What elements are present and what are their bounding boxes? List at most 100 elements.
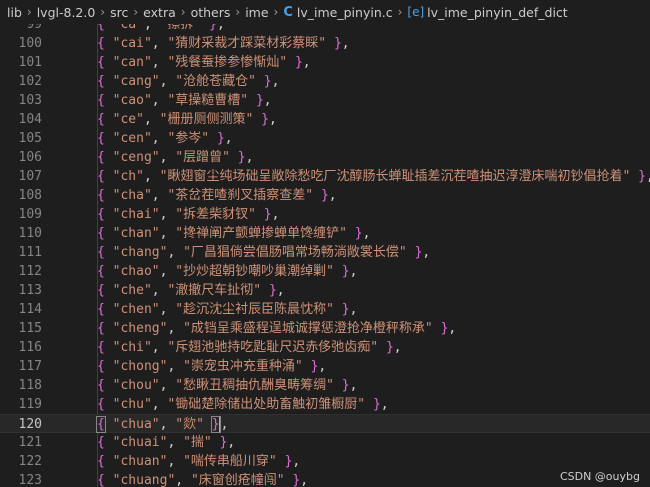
- code-line[interactable]: 120 { "chua", "欻" },: [0, 414, 650, 433]
- code-line[interactable]: 110 { "chan", "搀禅阐产颤蝉掺蝉单馋缠铲" },: [0, 224, 650, 243]
- comma: ,: [167, 454, 184, 469]
- code-line[interactable]: 116 { "chi", "斥翅池驰持吃匙耻尺迟赤侈弛齿痴" },: [0, 338, 650, 357]
- line-number: 103: [18, 93, 42, 108]
- open-brace: {: [97, 36, 105, 51]
- code-text: { "chua", "欻" },: [96, 415, 228, 434]
- candidate-chars: "厂昌猖倘尝倡肠唱常场畅淌敞裳长偿": [183, 245, 407, 260]
- breadcrumb-item-src[interactable]: src: [110, 5, 128, 20]
- open-brace: {: [97, 74, 105, 89]
- code-line[interactable]: 106 { "ceng", "层蹭曾" },: [0, 148, 650, 167]
- open-brace: {: [97, 245, 105, 260]
- code-line[interactable]: 114 { "chen", "趁沉沈尘衬辰臣陈晨忱称" },: [0, 300, 650, 319]
- comma: ,: [151, 188, 168, 203]
- trailing-comma: ,: [292, 454, 301, 469]
- code-editor[interactable]: 99 { "ca", "擦拆" }, 100 { "cai", "猜财采裁才踩菜材彩蔡…: [0, 24, 650, 487]
- code-line[interactable]: 105 { "cen", "参岑" },: [0, 129, 650, 148]
- chevron-right-icon: ›: [397, 5, 403, 19]
- open-brace: {: [97, 93, 105, 108]
- comma: ,: [143, 112, 160, 127]
- code-line[interactable]: 99 { "ca", "擦拆" },: [0, 24, 650, 34]
- open-brace: {: [97, 150, 105, 165]
- open-brace: {: [97, 188, 105, 203]
- line-number: 119: [18, 397, 42, 412]
- comma: ,: [143, 169, 160, 184]
- code-line[interactable]: 113 { "che", "澈撤尺车扯彻" },: [0, 281, 650, 300]
- code-line[interactable]: 123 { "chuang", "床窗创疮幢闯" },: [0, 471, 650, 487]
- c-file-icon: C: [283, 4, 293, 20]
- chevron-right-icon: ›: [235, 5, 241, 19]
- trailing-comma: ,: [422, 245, 431, 260]
- pinyin-key: "cai": [112, 36, 152, 51]
- comma: ,: [167, 359, 184, 374]
- breadcrumb-item-lvgl[interactable]: lvgl-8.2.0: [37, 5, 96, 20]
- pinyin-key: "ca": [112, 24, 144, 32]
- variable-symbol-icon: [e]: [407, 5, 425, 19]
- trailing-comma: ,: [216, 24, 225, 32]
- code-text: { "cai", "猜财采裁才踩菜材彩蔡睬" },: [97, 34, 350, 53]
- breadcrumb-symbol-label: lv_ime_pinyin_def_dict: [427, 4, 568, 20]
- line-number: 121: [18, 435, 42, 450]
- code-line[interactable]: 108 { "cha", "茶岔茬喳刹叉插察查差" },: [0, 186, 650, 205]
- trailing-comma: ,: [646, 169, 650, 184]
- chevron-right-icon: ›: [26, 5, 32, 19]
- code-line[interactable]: 121 { "chuai", "揣" },: [0, 433, 650, 452]
- comma: ,: [175, 473, 191, 487]
- code-line[interactable]: 119 { "chu", "锄础楚除储出处助畜触初雏橱厨" },: [0, 395, 650, 414]
- candidate-chars: "欻": [175, 417, 204, 432]
- line-number: 109: [18, 207, 42, 222]
- trailing-comma: ,: [318, 359, 327, 374]
- candidate-chars: "愁瞅丑稠抽仇酬臭畴筹绸": [175, 378, 334, 393]
- open-brace: {: [97, 359, 105, 374]
- open-brace: {: [97, 264, 105, 279]
- breadcrumb-item-others[interactable]: others: [191, 5, 231, 20]
- open-brace: {: [97, 131, 105, 146]
- pinyin-key: "chuang": [112, 473, 176, 487]
- candidate-chars: "猜财采裁才踩菜材彩蔡睬": [167, 36, 327, 51]
- breadcrumb-item-symbol[interactable]: [e] lv_ime_pinyin_def_dict: [407, 5, 567, 20]
- code-line[interactable]: 107 { "ch", "瞅翅窗尘纯场础呈敞除愁吃厂沈醇肠长蝉耻插差沉茬喳抽迟淳澄…: [0, 167, 650, 186]
- code-text: { "cao", "草操糙曹槽" },: [97, 91, 272, 110]
- breadcrumb-item-ime[interactable]: ime: [245, 5, 268, 20]
- candidate-chars: "瞅翅窗尘纯场础呈敞除愁吃厂沈醇肠长蝉耻插差沉茬喳抽迟淳澄床喘初钞倡抢着": [159, 169, 631, 184]
- candidate-chars: "喘传串船川穿": [183, 454, 277, 469]
- line-number: 110: [18, 226, 42, 241]
- candidate-chars: "擦拆": [159, 24, 202, 32]
- chevron-right-icon: ›: [273, 5, 279, 19]
- open-brace: {: [97, 378, 105, 393]
- code-line[interactable]: 111 { "chang", "厂昌猖倘尝倡肠唱常场畅淌敞裳长偿" },: [0, 243, 650, 262]
- candidate-chars: "崇宠虫冲充重种涌": [183, 359, 303, 374]
- comma: ,: [167, 321, 184, 336]
- line-number: 114: [18, 302, 42, 317]
- comma: ,: [159, 150, 176, 165]
- code-line[interactable]: 109 { "chai", "拆差柴豺钗" },: [0, 205, 650, 224]
- code-line[interactable]: 102 { "cang", "沧舱苍藏仓" },: [0, 72, 650, 91]
- code-text: { "chu", "锄础楚除储出处助畜触初雏橱厨" },: [97, 395, 389, 414]
- code-line[interactable]: 101 { "can", "残餐蚕掺参惨惭灿" },: [0, 53, 650, 72]
- breadcrumb-item-file[interactable]: C lv_ime_pinyin.c: [283, 5, 392, 20]
- close-brace: }: [341, 264, 350, 279]
- trailing-comma: ,: [271, 207, 280, 222]
- code-line[interactable]: 117 { "chong", "崇宠虫冲充重种涌" },: [0, 357, 650, 376]
- line-number: 112: [18, 264, 42, 279]
- code-line[interactable]: 104 { "ce", "栅册厕侧测策" },: [0, 110, 650, 129]
- breadcrumb-item-lib[interactable]: lib: [7, 5, 22, 20]
- comma: ,: [151, 397, 168, 412]
- code-text: { "cheng", "成铛呈乘盛程逞城诚撑惩澄抢净橙秤称承" },: [97, 319, 456, 338]
- line-number: 123: [18, 473, 42, 487]
- pinyin-key: "chuan": [112, 454, 168, 469]
- code-line[interactable]: 100 { "cai", "猜财采裁才踩菜材彩蔡睬" },: [0, 34, 650, 53]
- comma: ,: [151, 283, 168, 298]
- code-line[interactable]: 112 { "chao", "抄炒超朝钞嘲吵巢潮绰剿" },: [0, 262, 650, 281]
- pinyin-key: "cang": [112, 74, 160, 89]
- line-number: 115: [18, 321, 42, 336]
- code-line[interactable]: 103 { "cao", "草操糙曹槽" },: [0, 91, 650, 110]
- breadcrumb-item-extra[interactable]: extra: [143, 5, 176, 20]
- trailing-comma: ,: [224, 131, 233, 146]
- code-line[interactable]: 115 { "cheng", "成铛呈乘盛程逞城诚撑惩澄抢净橙秤称承" },: [0, 319, 650, 338]
- pinyin-key: "cha": [112, 188, 152, 203]
- close-brace: }: [354, 226, 363, 241]
- code-line[interactable]: 118 { "chou", "愁瞅丑稠抽仇酬臭畴筹绸" },: [0, 376, 650, 395]
- line-number: 106: [18, 150, 42, 165]
- code-text: { "chuai", "揣" },: [97, 433, 235, 452]
- code-line[interactable]: 122 { "chuan", "喘传串船川穿" },: [0, 452, 650, 471]
